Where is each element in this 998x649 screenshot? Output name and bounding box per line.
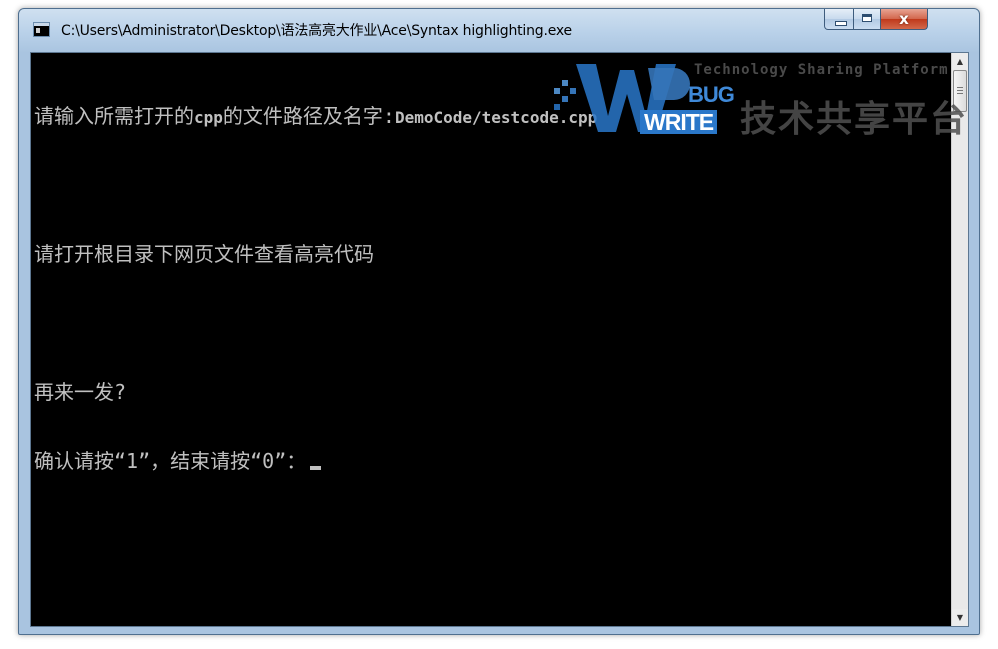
confirm-prompt-text: 确认请按“1”，结束请按“0”： [34,449,307,473]
window-title: C:\Users\Administrator\Desktop\语法高亮大作业\A… [61,23,572,39]
console-line-open-page: 请打开根目录下网页文件查看高亮代码 [34,242,374,266]
scrollbar-thumb[interactable] [953,70,967,112]
console-output-area[interactable]: 请输入所需打开的cpp的文件路径及名字:DemoCode/testcode.cp… [30,52,969,627]
maximize-icon [862,14,872,22]
console-text: 请输入所需打开的cpp的文件路径及名字:DemoCode/testcode.cp… [34,59,949,519]
scroll-down-arrow-icon[interactable]: ▼ [952,609,968,626]
console-window: C:\Users\Administrator\Desktop\语法高亮大作业\A… [18,8,980,635]
thumb-grip-line [957,90,963,91]
prompt-text: 请输入所需打开的 [34,104,194,128]
user-input-path: DemoCode/testcode.cpp [394,108,598,127]
text-cursor [310,466,322,470]
console-line-path-prompt: 请输入所需打开的cpp的文件路径及名字:DemoCode/testcode.cp… [34,105,949,128]
title-bar[interactable]: C:\Users\Administrator\Desktop\语法高亮大作业\A… [19,9,979,51]
console-app-icon[interactable] [33,22,50,37]
thumb-grip-line [957,93,963,94]
close-button[interactable]: x [880,9,928,30]
console-line-again: 再来一发? [34,380,127,404]
minimize-button[interactable] [824,9,854,30]
scroll-up-arrow-icon[interactable]: ▲ [952,53,968,70]
prompt-cpp-text: cpp [194,108,223,127]
maximize-button[interactable] [853,9,881,30]
prompt-suffix-text: 的文件路径及名字: [222,104,395,128]
vertical-scrollbar[interactable]: ▲ ▼ [951,53,968,626]
minimize-icon [835,21,847,26]
console-line-confirm: 确认请按“1”，结束请按“0”： [34,450,949,473]
close-icon: x [899,10,909,28]
thumb-grip-line [957,87,963,88]
